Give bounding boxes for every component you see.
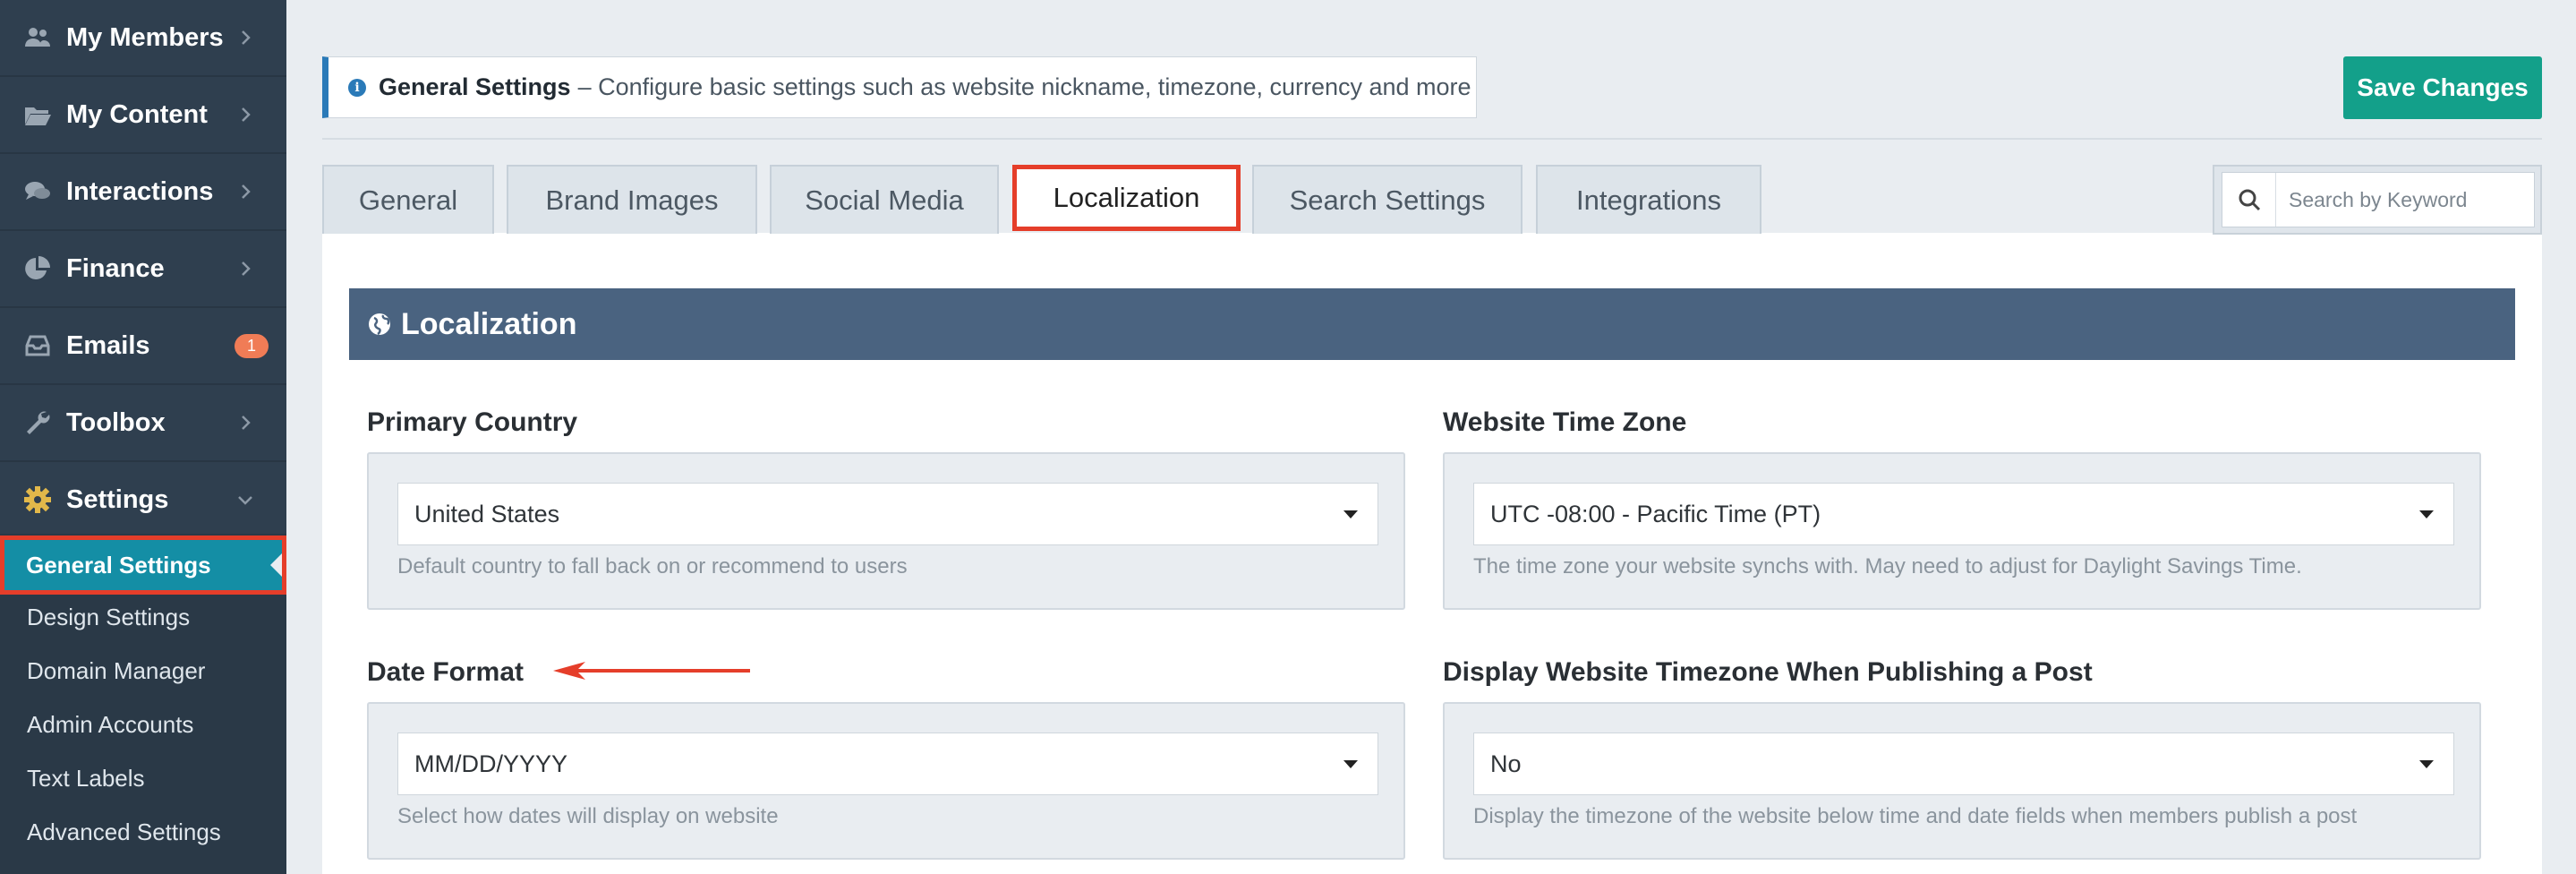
date-format-select[interactable]: MM/DD/YYYY — [397, 733, 1378, 795]
chevron-right-icon — [242, 30, 251, 45]
display-timezone-select[interactable]: No — [1473, 733, 2454, 795]
users-icon — [21, 23, 54, 52]
sidebar-item-label: Interactions — [66, 176, 214, 206]
globe-icon — [369, 313, 390, 336]
sidebar-item-label: Emails — [66, 330, 150, 360]
caret-down-icon — [2419, 760, 2434, 768]
submenu-item-text-labels[interactable]: Text Labels — [27, 765, 145, 793]
help-text: Default country to fall back on or recom… — [397, 554, 908, 578]
search-field — [2222, 172, 2535, 227]
sidebar-item-my-content[interactable]: My Content — [0, 77, 286, 154]
display-timezone-label: Display Website Timezone When Publishing… — [1443, 657, 2093, 687]
submenu-item-admin-accounts[interactable]: Admin Accounts — [27, 711, 193, 739]
chevron-down-icon — [238, 496, 252, 505]
sidebar-item-label: My Members — [66, 22, 224, 52]
display-timezone-group: No Display the timezone of the website b… — [1443, 702, 2481, 860]
sidebar: My Members My Content Interactions Finan… — [0, 0, 286, 874]
save-changes-button[interactable]: Save Changes — [2343, 56, 2542, 119]
tab-search-settings[interactable]: Search Settings — [1252, 165, 1523, 234]
tab-integrations[interactable]: Integrations — [1536, 165, 1761, 234]
comments-icon — [21, 177, 54, 206]
select-value: MM/DD/YYYY — [414, 750, 568, 777]
submenu-item-label: General Settings — [26, 551, 211, 578]
chevron-right-icon — [242, 261, 251, 276]
sidebar-item-finance[interactable]: Finance — [0, 231, 286, 308]
tab-general[interactable]: General — [322, 165, 494, 234]
primary-country-group: United States Default country to fall ba… — [367, 452, 1405, 610]
chevron-right-icon — [242, 184, 251, 199]
primary-country-select[interactable]: United States — [397, 483, 1378, 545]
date-format-label: Date Format — [367, 657, 525, 687]
wrench-icon — [21, 408, 54, 437]
help-text: Display the timezone of the website belo… — [1473, 804, 2358, 828]
sidebar-item-toolbox[interactable]: Toolbox — [0, 385, 286, 462]
search-icon[interactable] — [2222, 173, 2276, 227]
tab-localization[interactable]: Localization — [1012, 165, 1241, 231]
caret-down-icon — [1343, 760, 1358, 768]
info-icon: i — [348, 78, 366, 97]
select-value: UTC -08:00 - Pacific Time (PT) — [1490, 500, 1821, 527]
info-title: General Settings — [379, 73, 571, 100]
sidebar-item-settings[interactable]: Settings — [0, 462, 286, 539]
chevron-right-icon — [242, 416, 251, 430]
help-text: Select how dates will display on website — [397, 804, 779, 828]
website-time-zone-label: Website Time Zone — [1443, 407, 1687, 437]
inbox-icon — [21, 331, 54, 360]
info-description: – Configure basic settings such as websi… — [577, 73, 1471, 100]
tab-social-media[interactable]: Social Media — [770, 165, 999, 234]
time-zone-select[interactable]: UTC -08:00 - Pacific Time (PT) — [1473, 483, 2454, 545]
date-format-group: MM/DD/YYYY Select how dates will display… — [367, 702, 1405, 860]
active-pointer — [270, 553, 282, 577]
select-value: No — [1490, 750, 1522, 777]
gear-icon — [21, 485, 54, 514]
section-title: Localization — [401, 306, 577, 341]
help-text: The time zone your website synchs with. … — [1473, 554, 2302, 578]
sidebar-item-interactions[interactable]: Interactions — [0, 154, 286, 231]
submenu-item-domain-manager[interactable]: Domain Manager — [27, 657, 205, 685]
sidebar-item-label: Finance — [66, 253, 165, 283]
info-banner: i General Settings – Configure basic set… — [322, 56, 1477, 118]
folder-open-icon — [21, 100, 54, 129]
time-zone-group: UTC -08:00 - Pacific Time (PT) The time … — [1443, 452, 2481, 610]
sidebar-item-label: Settings — [66, 484, 169, 514]
keyword-search — [2213, 165, 2542, 235]
submenu-item-design-settings[interactable]: Design Settings — [27, 604, 190, 631]
pie-chart-icon — [21, 254, 54, 283]
sidebar-item-emails[interactable]: Emails 1 — [0, 308, 286, 385]
annotation-arrow-icon — [553, 662, 750, 680]
submenu-item-advanced-settings[interactable]: Advanced Settings — [27, 818, 221, 846]
caret-down-icon — [1343, 510, 1358, 518]
select-value: United States — [414, 500, 560, 527]
section-header: Localization — [349, 288, 2515, 360]
tab-brand-images[interactable]: Brand Images — [507, 165, 757, 234]
submenu-item-general-settings[interactable]: General Settings — [0, 536, 286, 595]
search-input[interactable] — [2276, 187, 2527, 212]
sidebar-item-label: My Content — [66, 99, 208, 129]
sidebar-item-label: Toolbox — [66, 407, 166, 437]
primary-country-label: Primary Country — [367, 407, 578, 437]
unread-count-badge: 1 — [234, 333, 269, 358]
divider — [322, 138, 2542, 140]
sidebar-item-my-members[interactable]: My Members — [0, 0, 286, 77]
caret-down-icon — [2419, 510, 2434, 518]
chevron-right-icon — [242, 107, 251, 122]
